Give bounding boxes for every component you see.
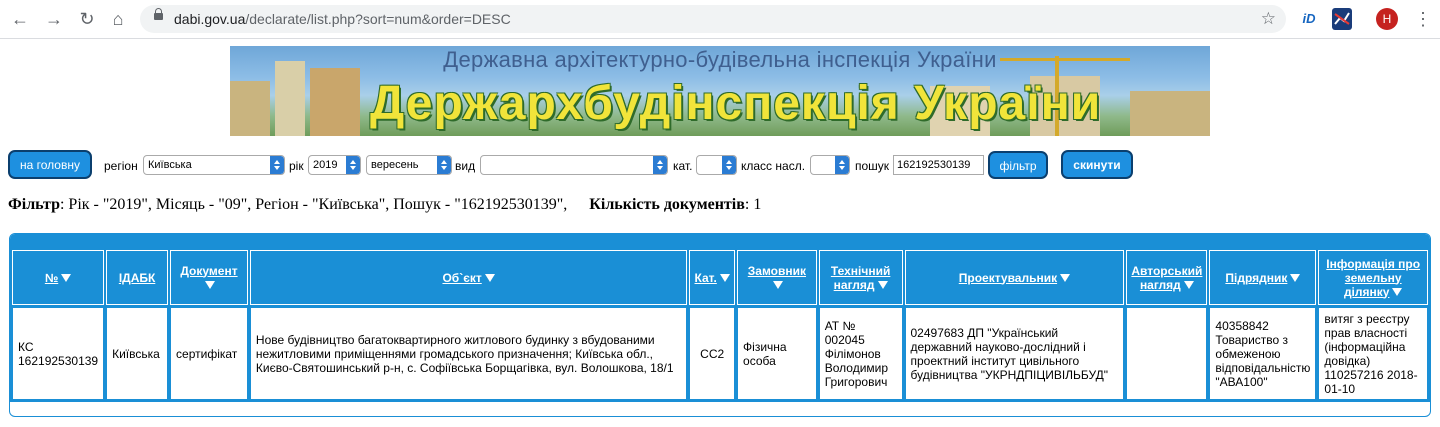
- cell-object: Нове будівництво багатоквартирного житло…: [249, 307, 688, 400]
- select-arrow-icon: [835, 156, 849, 174]
- sort-arrow-icon: [1183, 281, 1194, 290]
- region-label: регіон: [104, 159, 138, 173]
- banner-building: [230, 81, 270, 136]
- address-bar[interactable]: dabi.gov.ua/declarate/list.php?sort=num&…: [140, 5, 1286, 33]
- reload-icon[interactable]: ↻: [77, 9, 97, 29]
- back-icon[interactable]: ←: [10, 9, 30, 29]
- filter-summary: Фільтр: Рік - "2019", Місяць - "09", Рег…: [8, 196, 761, 214]
- menu-kebab-icon[interactable]: ⋮: [1414, 8, 1432, 30]
- extension-id-icon[interactable]: iD: [1298, 8, 1320, 30]
- region-select[interactable]: Київська: [143, 155, 285, 175]
- col-header-category[interactable]: Кат.: [689, 250, 736, 305]
- sort-arrow-icon: [1060, 274, 1071, 283]
- extension-chart-icon[interactable]: [1332, 8, 1352, 30]
- site-banner: Державна архітектурно-будівельна інспекц…: [230, 46, 1210, 136]
- sort-arrow-icon: [1290, 274, 1301, 283]
- cell-idabk: Київська: [106, 307, 169, 400]
- browser-toolbar: ← → ↻ ⌂ dabi.gov.ua/declarate/list.php?s…: [0, 0, 1440, 39]
- class-label: класс насл.: [741, 159, 806, 173]
- summary-filter-text: : Рік - "2019", Місяць - "09", Регіон - …: [59, 196, 568, 213]
- col-header-customer[interactable]: Замовник: [737, 250, 817, 305]
- col-header-designer[interactable]: Проектувальник: [904, 250, 1125, 305]
- sort-arrow-icon: [773, 281, 784, 290]
- month-select-value: вересень: [371, 159, 419, 171]
- sort-arrow-icon: [205, 281, 216, 290]
- home-icon[interactable]: ⌂: [108, 9, 128, 29]
- sort-arrow-icon: [1392, 288, 1403, 297]
- reset-button[interactable]: скинути: [1061, 150, 1133, 179]
- results-table-frame: № ІДАБК Документ Об`єкт Кат. Замовник Те…: [9, 233, 1431, 417]
- cell-author-supervision: [1126, 307, 1208, 400]
- banner-building: [1130, 91, 1210, 136]
- col-header-author-supervision[interactable]: Авторський нагляд: [1126, 250, 1208, 305]
- home-button[interactable]: на головну: [8, 150, 92, 179]
- year-select-value: 2019: [313, 159, 338, 171]
- filter-button[interactable]: фільтр: [988, 151, 1048, 179]
- search-input[interactable]: 162192530139: [893, 155, 984, 175]
- cell-land-info: витяг з реєстру прав власності (інформац…: [1318, 307, 1428, 400]
- sort-arrow-icon: [61, 274, 72, 283]
- profile-avatar[interactable]: H: [1376, 8, 1398, 30]
- region-select-value: Київська: [148, 159, 192, 171]
- summary-count-label: Кількість документів: [589, 196, 745, 213]
- cell-designer: 02497683 ДП "Український державний науко…: [904, 307, 1125, 400]
- sort-arrow-icon: [484, 274, 495, 283]
- col-header-contractor[interactable]: Підрядник: [1209, 250, 1317, 305]
- year-label: рік: [289, 159, 304, 173]
- col-header-document[interactable]: Документ: [170, 250, 248, 305]
- col-header-object[interactable]: Об`єкт: [249, 250, 688, 305]
- month-select[interactable]: вересень: [366, 155, 452, 175]
- category-select[interactable]: [696, 155, 737, 175]
- col-header-tech-supervision[interactable]: Технічний нагляд: [818, 250, 903, 305]
- category-label: кат.: [673, 159, 693, 173]
- cell-tech-supervision: АТ № 002045 Філімонов Володимир Григоров…: [818, 307, 903, 400]
- summary-count-text: : 1: [744, 196, 762, 213]
- table-row: КС 162192530139 Київська сертифікат Нове…: [12, 307, 1428, 400]
- bookmark-star-icon[interactable]: ☆: [1261, 9, 1276, 29]
- search-label: пошук: [855, 159, 890, 173]
- forward-icon[interactable]: →: [44, 9, 64, 29]
- sort-arrow-icon: [719, 274, 730, 283]
- cell-category: СС2: [689, 307, 736, 400]
- select-arrow-icon: [270, 156, 284, 174]
- select-arrow-icon: [653, 156, 667, 174]
- class-select[interactable]: [810, 155, 850, 175]
- banner-building: [310, 68, 360, 136]
- year-select[interactable]: 2019: [308, 155, 361, 175]
- select-arrow-icon: [722, 156, 736, 174]
- table-top-bar: [10, 234, 1430, 248]
- banner-title: Держархбудінспекція України: [370, 77, 1102, 130]
- type-label: вид: [455, 159, 476, 173]
- col-header-idabk[interactable]: ІДАБК: [106, 250, 169, 305]
- col-header-land-info[interactable]: Інформація про земельну ділянку: [1318, 250, 1428, 305]
- col-header-number[interactable]: №: [12, 250, 105, 305]
- cell-document: сертифікат: [170, 307, 248, 400]
- url-text: dabi.gov.ua/declarate/list.php?sort=num&…: [174, 11, 511, 27]
- select-arrow-icon: [437, 156, 451, 174]
- lock-icon: [154, 8, 163, 20]
- results-table: № ІДАБК Документ Об`єкт Кат. Замовник Те…: [10, 248, 1430, 402]
- type-select[interactable]: [480, 155, 668, 175]
- cell-number: КС 162192530139: [12, 307, 105, 400]
- summary-filter-label: Фільтр: [8, 196, 60, 213]
- cell-customer: Фізична особа: [737, 307, 817, 400]
- table-header-row: № ІДАБК Документ Об`єкт Кат. Замовник Те…: [12, 250, 1428, 305]
- cell-contractor: 40358842 Товариство з обмеженою відповід…: [1209, 307, 1317, 400]
- banner-subtitle: Державна архітектурно-будівельна інспекц…: [443, 47, 997, 72]
- sort-arrow-icon: [877, 281, 888, 290]
- select-arrow-icon: [346, 156, 360, 174]
